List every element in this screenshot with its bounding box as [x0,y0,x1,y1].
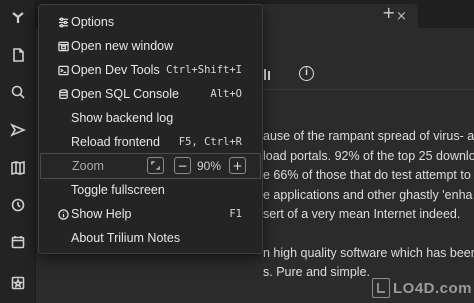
zoom-control: Zoom − 90% + [40,153,261,179]
database-icon [57,88,69,100]
note-line: ause of the rampant spread of virus- a [263,129,474,143]
watermark-text: LO4D.com [392,279,472,297]
menu-item-open-dev-tools[interactable]: Open Dev Tools Ctrl+Shift+I [39,59,262,81]
menu-item-show-backend-log[interactable]: Show backend log [39,107,262,129]
menu-item-label: Reload frontend [71,135,160,149]
menu-item-label: Toggle fullscreen [71,183,165,197]
sliders-icon [57,16,69,28]
menu-item-label: Open Dev Tools [71,63,160,77]
menu-item-about[interactable]: About Trilium Notes [39,227,262,249]
new-note-icon[interactable] [0,40,36,70]
menu-item-toggle-fullscreen[interactable]: Toggle fullscreen [39,179,262,201]
info-circle-icon [57,208,69,220]
menu-item-label: Open new window [71,39,174,53]
book-icon[interactable] [0,153,36,183]
menu-item-label: About Trilium Notes [71,231,181,245]
menu-item-open-new-window[interactable]: Open new window [39,35,262,57]
menu-item-open-sql-console[interactable]: Open SQL Console Alt+O [39,83,262,105]
shortcut-label: Ctrl+Shift+I [166,64,242,76]
expand-icon [151,161,160,170]
zoom-label: Zoom [72,159,104,173]
trilium-logo-icon[interactable] [0,2,36,32]
menu-item-options[interactable]: Options [39,11,262,33]
menu-item-label: Open SQL Console [71,87,179,101]
menu-item-label: Options [71,15,115,29]
menu-item-label: Show backend log [71,111,174,125]
shortcut-label: Alt+O [210,88,242,100]
history-icon[interactable] [0,190,36,220]
starred-note-icon[interactable] [0,268,36,298]
lo4d-logo-icon [372,278,390,298]
zoom-reset-button[interactable] [147,157,164,174]
zoom-value: 90% [197,159,222,173]
zoom-in-button[interactable]: + [229,157,246,174]
note-info-icon[interactable]: i [299,66,314,81]
new-tab-button[interactable]: + [382,3,395,22]
note-line: sert of a very mean Internet indeed. [263,207,461,221]
calendar-icon[interactable] [0,227,36,257]
note-line: n high quality software which has been [263,245,474,260]
jump-to-icon[interactable] [0,115,36,145]
note-line: e 66% of those that do test attempt to [263,168,471,182]
shortcut-label: F5, Ctrl+R [178,136,242,148]
note-line: load portals. 92% of the top 25 downlo [263,148,474,163]
global-menu-dropdown: Options Open new window Open Dev Tools C… [38,4,263,254]
note-line: e applications and other ghastly 'enha [263,187,473,202]
menu-item-show-help[interactable]: Show Help F1 [39,203,262,225]
shortcut-label: F1 [229,208,242,220]
terminal-icon [57,64,69,76]
menu-item-reload-frontend[interactable]: Reload frontend F5, Ctrl+R [39,131,262,153]
search-icon[interactable] [0,77,36,107]
launcher-bar [0,0,36,303]
note-content[interactable]: ause of the rampant spread of virus- a l… [263,127,474,283]
tab-close-button[interactable]: × [396,9,407,24]
lo4d-watermark: LO4D.com [372,277,472,299]
zoom-out-button[interactable]: − [174,157,191,174]
menu-item-label: Show Help [71,207,132,221]
window-icon [57,40,69,52]
